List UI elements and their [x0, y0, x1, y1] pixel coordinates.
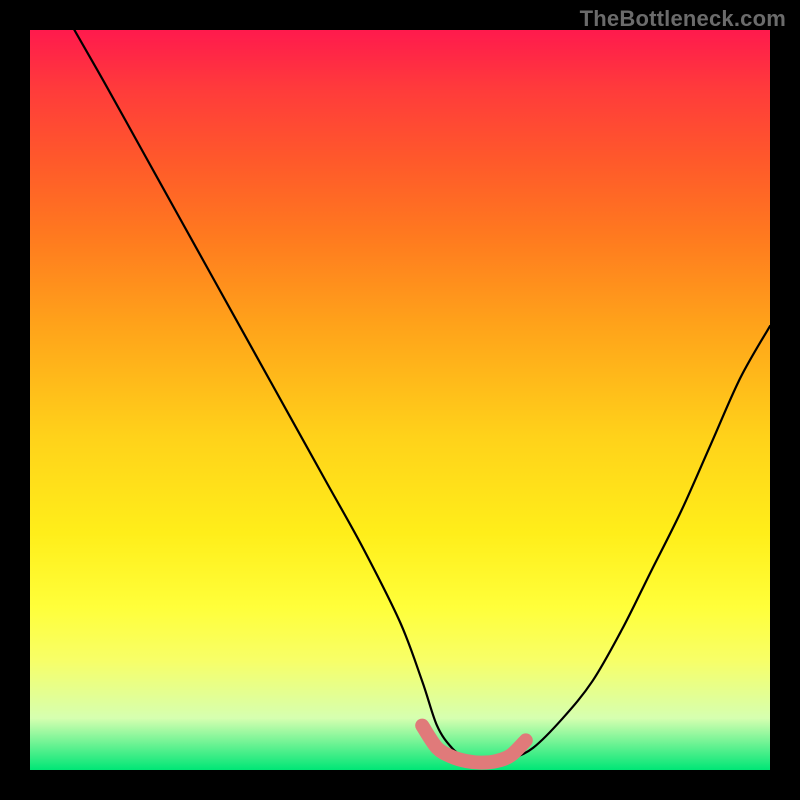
bottleneck-curve	[74, 30, 770, 763]
curve-svg	[30, 30, 770, 770]
optimum-band	[422, 726, 526, 763]
chart-frame: TheBottleneck.com	[0, 0, 800, 800]
watermark-text: TheBottleneck.com	[580, 6, 786, 32]
plot-area	[30, 30, 770, 770]
